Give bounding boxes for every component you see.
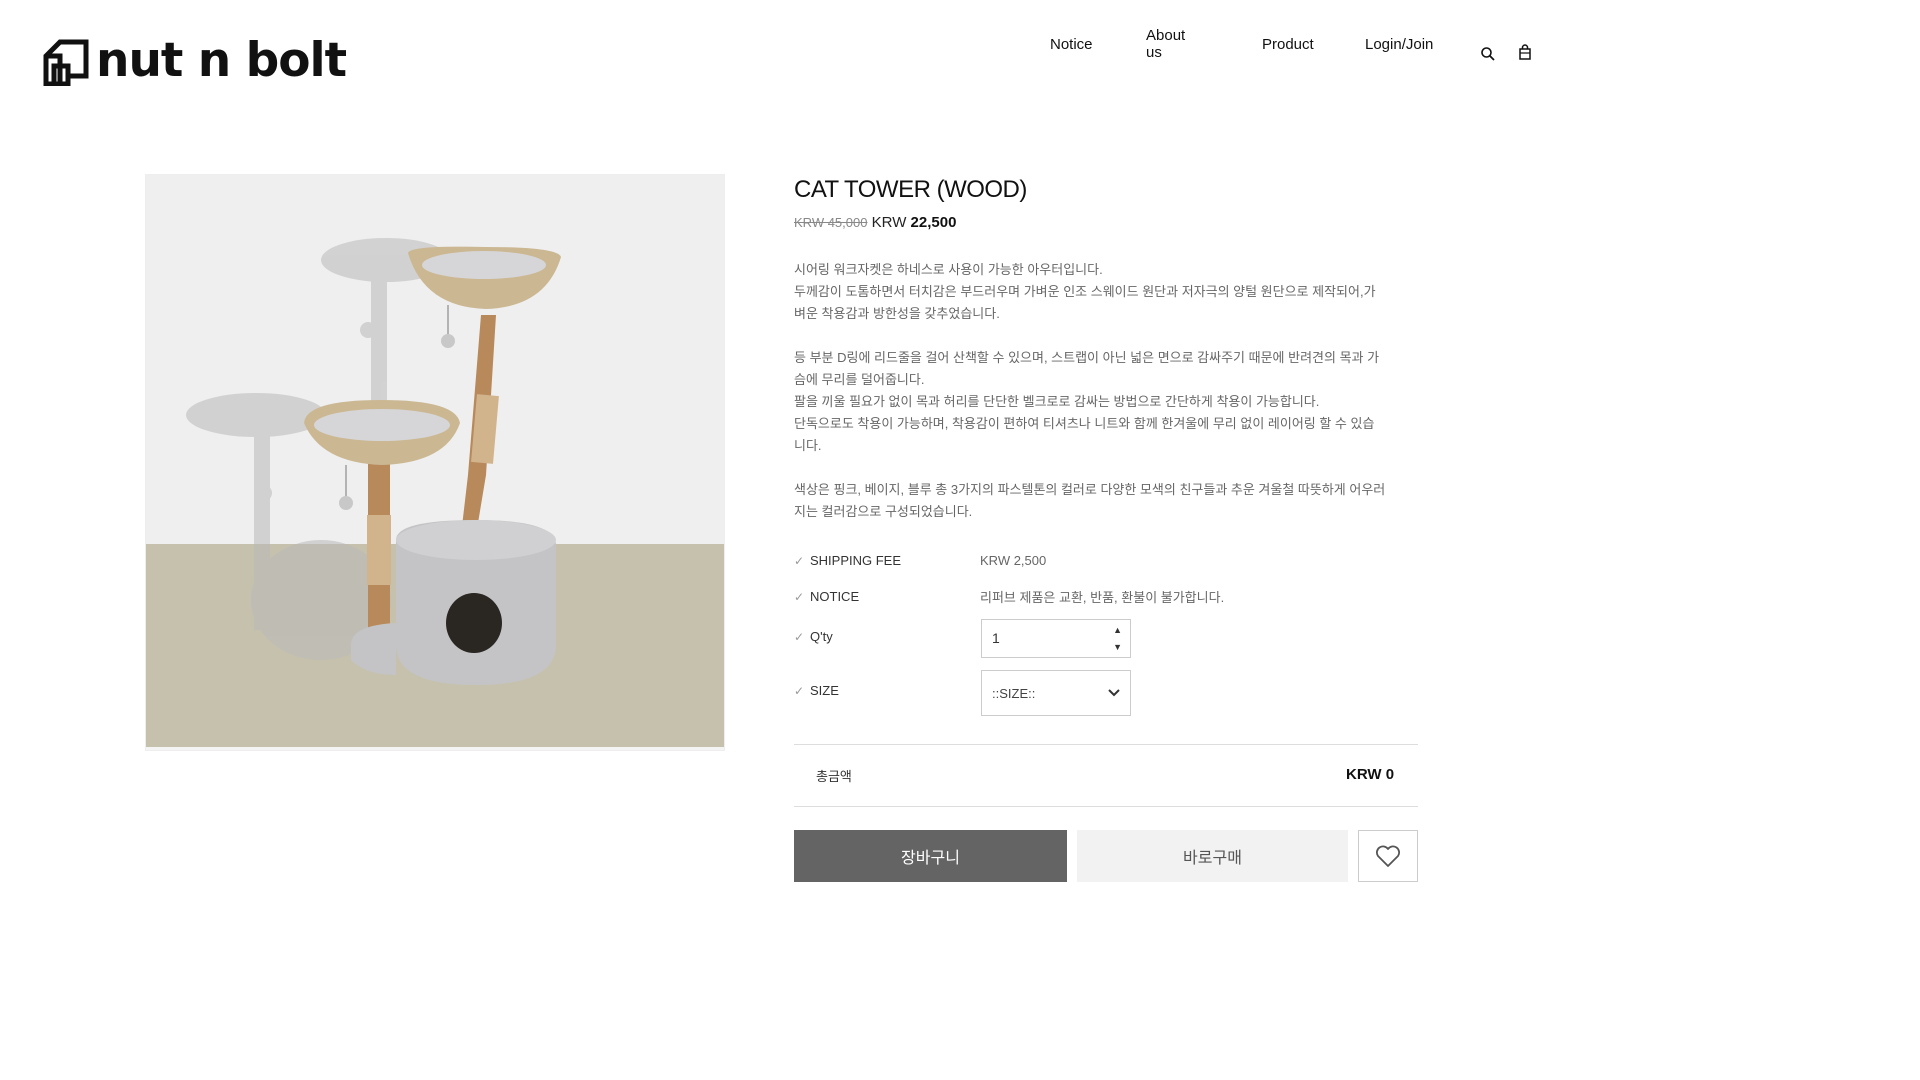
nav-about-us[interactable]: About us (1146, 27, 1185, 61)
wishlist-button[interactable] (1358, 830, 1418, 882)
add-to-cart-button[interactable]: 장바구니 (794, 830, 1067, 882)
description-line: 등 부분 D링에 리드줄을 걸어 산책할 수 있으며, 스트랩이 아닌 넓은 면… (794, 350, 1380, 365)
nav-login-join[interactable]: Login/Join (1365, 36, 1433, 53)
shopping-bag-icon[interactable] (1518, 44, 1532, 60)
notice-row: ✓ NOTICE 리퍼브 제품은 교환, 반품, 환불이 불가합니다. (794, 587, 1224, 606)
size-label: SIZE (810, 683, 839, 698)
qty-label: Q'ty (810, 629, 833, 644)
description-line: 지는 컬러감으로 구성되었습니다. (794, 504, 973, 519)
quantity-input[interactable] (992, 630, 1092, 646)
description-line: 니다. (794, 438, 822, 453)
shipping-label: SHIPPING FEE (810, 553, 902, 568)
notice-value: 리퍼브 제품은 교환, 반품, 환불이 불가합니다. (980, 590, 1225, 605)
description-paragraph: 등 부분 D링에 리드줄을 걸어 산책할 수 있으며, 스트랩이 아닌 넓은 면… (794, 347, 1418, 457)
size-selected-value: ::SIZE:: (992, 685, 1036, 701)
nav-notice[interactable]: Notice (1050, 36, 1093, 53)
check-icon: ✓ (794, 553, 805, 568)
product-title: CAT TOWER (WOOD) (794, 176, 1027, 203)
size-row: ✓ SIZE (794, 683, 980, 698)
chevron-down-icon (1108, 689, 1120, 697)
description-line: 단독으로도 착용이 가능하며, 착용감이 편하여 티셔츠나 니트와 함께 한겨울… (794, 416, 1375, 431)
check-icon: ✓ (794, 589, 805, 604)
description-line: 두께감이 도톰하면서 터치감은 부드러우며 가벼운 인조 스웨이드 원단과 저자… (794, 284, 1376, 299)
check-icon: ✓ (794, 629, 805, 644)
price-sale: 22,500 (910, 214, 957, 231)
quantity-increase-icon[interactable]: ▲ (1113, 625, 1122, 635)
description-paragraph: 색상은 핑크, 베이지, 블루 총 3가지의 파스텔톤의 컬러로 다양한 모색의… (794, 479, 1418, 523)
total-label: 총금액 (816, 769, 852, 784)
price-original: KRW 45,000 (794, 215, 868, 230)
notice-label: NOTICE (810, 589, 860, 604)
product-description: 시어링 워크자켓은 하네스로 사용이 가능한 아우터입니다. 두께감이 도톰하면… (794, 259, 1418, 545)
cat-tower-illustration (186, 238, 561, 685)
divider (794, 744, 1418, 745)
quantity-decrease-icon[interactable]: ▼ (1113, 642, 1122, 652)
product-image[interactable] (145, 174, 725, 751)
nav-product[interactable]: Product (1262, 36, 1314, 53)
price-row: KRW 45,000 KRW 22,500 (794, 214, 956, 231)
description-line: 색상은 핑크, 베이지, 블루 총 3가지의 파스텔톤의 컬러로 다양한 모색의… (794, 482, 1386, 497)
qty-row: ✓ Q'ty (794, 629, 980, 644)
house-logo-icon (43, 39, 89, 86)
heart-icon (1376, 845, 1400, 867)
brand-logo[interactable]: nut n bolt (42, 32, 347, 88)
divider (794, 806, 1418, 807)
price-currency: KRW (871, 214, 911, 231)
description-line: 벼운 착용감과 방한성을 갖추었습니다. (794, 306, 1000, 321)
total-value: KRW 0 (1346, 766, 1395, 783)
buy-now-button[interactable]: 바로구매 (1077, 830, 1348, 882)
size-select[interactable]: ::SIZE:: (981, 670, 1131, 716)
description-line: 슴에 무리를 덜어줍니다. (794, 372, 925, 387)
description-line: 시어링 워크자켓은 하네스로 사용이 가능한 아우터입니다. (794, 262, 1103, 277)
description-paragraph: 시어링 워크자켓은 하네스로 사용이 가능한 아우터입니다. 두께감이 도톰하면… (794, 259, 1418, 325)
check-icon: ✓ (794, 683, 805, 698)
brand-name: nut n bolt (96, 32, 347, 88)
shipping-row: ✓ SHIPPING FEE KRW 2,500 (794, 553, 1046, 568)
shipping-value: KRW 2,500 (980, 553, 1047, 568)
quantity-stepper[interactable]: ▲ ▼ (981, 619, 1131, 658)
description-line: 팔을 끼울 필요가 없이 목과 허리를 단단한 벨크로로 감싸는 방법으로 간단… (794, 394, 1320, 409)
search-icon[interactable] (1480, 46, 1496, 62)
